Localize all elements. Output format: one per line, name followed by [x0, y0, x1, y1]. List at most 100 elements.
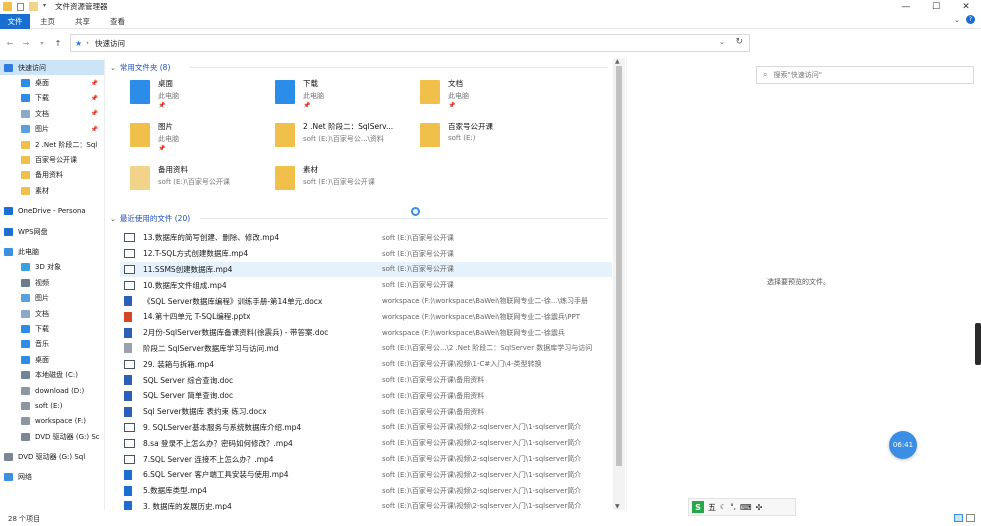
- sidebar-item[interactable]: 下载: [0, 321, 104, 336]
- folder-tile[interactable]: 百家号公开课 soft (E:): [416, 119, 556, 161]
- side-handle[interactable]: [975, 323, 981, 365]
- list-item[interactable]: 8.sa 登录不上怎么办？密码如何修改？.mp4 soft (E:)\百家号公开课…: [120, 435, 612, 451]
- explorer-folder-icon: [3, 2, 12, 11]
- list-item[interactable]: 2月份-SqlServer数据库备课资料(徐震兵) - 带答案.doc works…: [120, 325, 612, 341]
- documents-folder-icon: [420, 80, 440, 104]
- list-item[interactable]: 9. SQLServer基本服务与系统数据库介绍.mp4 soft (E:)\百家…: [120, 420, 612, 436]
- sidebar-item[interactable]: 文档 📌: [0, 106, 104, 121]
- pane-divider[interactable]: [104, 58, 105, 510]
- tab-view[interactable]: 查看: [100, 14, 135, 29]
- list-item[interactable]: 29. 装箱与拆箱.mp4 soft (E:)\百家号公开课\视频\1-C#入门\…: [120, 356, 612, 372]
- tab-share[interactable]: 共享: [65, 14, 100, 29]
- sidebar-item[interactable]: OneDrive - Persona: [0, 204, 104, 219]
- list-item[interactable]: 3. 数据库的发展历史.mp4 soft (E:)\百家号公开课\视频\2-sql…: [120, 499, 612, 510]
- sidebar-item[interactable]: 图片 📌: [0, 122, 104, 137]
- address-bar[interactable]: ★ › 快速访问 ⌄ ↻: [70, 34, 750, 52]
- sidebar-item[interactable]: 图片: [0, 290, 104, 305]
- customize-chevron-icon[interactable]: ▾: [43, 2, 49, 11]
- sidebar-item[interactable]: download (D:): [0, 383, 104, 398]
- list-item[interactable]: 12.T-SQL方式创建数据库.mp4 soft (E:)\百家号公开课: [120, 246, 612, 262]
- minimize-button[interactable]: —: [891, 0, 921, 13]
- list-item[interactable]: 5.数据库类型.mp4 soft (E:)\百家号公开课\视频\2-sqlserv…: [120, 483, 612, 499]
- folder-name: 百家号公开课: [448, 122, 493, 131]
- folder-tile[interactable]: 文档 此电脑 📌: [416, 76, 556, 118]
- folder-tile[interactable]: 桌面 此电脑 📌: [126, 76, 266, 118]
- list-item[interactable]: 6.SQL Server 客户端工具安装与使用.mp4 soft (E:)\百家号…: [120, 467, 612, 483]
- sidebar-item[interactable]: 文档: [0, 306, 104, 321]
- sidebar-item[interactable]: DVD 驱动器 (G:) Sql: [0, 449, 104, 464]
- sidebar-item[interactable]: 音乐: [0, 337, 104, 352]
- folder-icon: [275, 166, 295, 190]
- folder-name: 图片: [158, 122, 173, 131]
- list-item[interactable]: Sql Server数据库 表约束 练习.docx soft (E:)\百家号公开…: [120, 404, 612, 420]
- recent-locations-icon[interactable]: ▾: [36, 37, 48, 49]
- details-view-icon[interactable]: [954, 514, 963, 522]
- list-item[interactable]: 7.SQL Server 连接不上怎么办？.mp4 soft (E:)\百家号公开…: [120, 451, 612, 467]
- list-item[interactable]: SQL Server 综合查询.doc soft (E:)\百家号公开课\备用资料: [120, 372, 612, 388]
- sidebar-item[interactable]: 桌面: [0, 352, 104, 367]
- word-file-icon: [124, 406, 132, 417]
- tab-file[interactable]: 文件: [0, 13, 30, 29]
- download-icon: [21, 324, 30, 333]
- help-icon[interactable]: ?: [966, 15, 975, 24]
- scroll-down-icon[interactable]: ▼: [615, 503, 620, 510]
- file-location: soft (E:)\百家号公开课\备用资料: [382, 391, 485, 400]
- sidebar-item[interactable]: 备用资料: [0, 168, 104, 183]
- folder-tile[interactable]: 图片 此电脑 📌: [126, 119, 266, 161]
- list-item[interactable]: 13.数据库的简写创建、删除、修改.mp4 soft (E:)\百家号公开课: [120, 230, 612, 246]
- moon-icon[interactable]: ☾: [720, 503, 726, 511]
- folder-tile[interactable]: 素材 soft (E:)\百家号公开课: [271, 162, 411, 204]
- frequent-folders-header[interactable]: ⌄ 常用文件夹 (8): [110, 62, 170, 73]
- punctuation-icon[interactable]: °,: [730, 503, 736, 511]
- collapse-chevron-icon[interactable]: ⌄: [110, 215, 116, 223]
- sidebar-item[interactable]: 快速访问: [0, 60, 104, 76]
- list-item[interactable]: 10.数据库文件组成.mp4 soft (E:)\百家号公开课: [120, 277, 612, 293]
- breadcrumb[interactable]: 快速访问: [95, 38, 125, 49]
- expand-ribbon-icon[interactable]: ⌄: [954, 16, 960, 24]
- address-dropdown-icon[interactable]: ⌄: [719, 38, 725, 46]
- new-folder-icon[interactable]: [29, 2, 38, 11]
- sidebar-item[interactable]: 网络: [0, 470, 104, 485]
- recent-files-header[interactable]: ⌄ 最近使用的文件 (20): [110, 213, 190, 224]
- list-item[interactable]: SQL Server 简单查询.doc soft (E:)\百家号公开课\备用资料: [120, 388, 612, 404]
- floating-clock-button[interactable]: 06:41: [889, 431, 917, 459]
- sidebar-item[interactable]: WPS网盘: [0, 224, 104, 239]
- back-arrow-icon[interactable]: ←: [4, 37, 16, 49]
- file-location: soft (E:)\百家号公开课\视频\2-sqlserver入门\1-sqls…: [382, 455, 582, 464]
- list-item[interactable]: 阶段二 SqlServer数据库学习与访问.md soft (E:)\百家号公..…: [120, 341, 612, 357]
- properties-icon[interactable]: [17, 2, 24, 11]
- collapse-chevron-icon[interactable]: ⌄: [110, 64, 116, 72]
- close-button[interactable]: ✕: [951, 0, 981, 13]
- folder-name: 备用资料: [158, 165, 188, 174]
- sidebar-item[interactable]: workspace (F:): [0, 414, 104, 429]
- tab-home[interactable]: 主页: [30, 14, 65, 29]
- sidebar-item[interactable]: soft (E:): [0, 398, 104, 413]
- forward-arrow-icon[interactable]: →: [20, 37, 32, 49]
- pin-icon: 📌: [90, 79, 98, 87]
- sidebar-item-label: 3D 对象: [35, 263, 62, 272]
- folder-tile[interactable]: 2 .Net 阶段二：SqlServ... soft (E:)\百家号公...\资…: [271, 119, 411, 161]
- folder-tile[interactable]: 备用资料 soft (E:)\百家号公开课: [126, 162, 266, 204]
- large-icons-view-icon[interactable]: [966, 514, 975, 522]
- maximize-button[interactable]: ☐: [921, 0, 951, 13]
- sidebar-item[interactable]: 此电脑: [0, 244, 104, 259]
- scroll-up-icon[interactable]: ▲: [615, 58, 620, 65]
- sidebar-item[interactable]: 2 .Net 阶段二：Sql: [0, 137, 104, 152]
- vertical-scrollbar[interactable]: ▲ ▼: [613, 58, 625, 510]
- list-item[interactable]: 《SQL Server数据库编程》训练手册-第14单元.docx workspac…: [120, 293, 612, 309]
- sidebar-item[interactable]: DVD 驱动器 (G:) Sc: [0, 429, 104, 444]
- sidebar-item[interactable]: 素材: [0, 183, 104, 198]
- sidebar-item[interactable]: 3D 对象: [0, 260, 104, 275]
- sidebar-item[interactable]: 下载 📌: [0, 91, 104, 106]
- sidebar-item[interactable]: 桌面 📌: [0, 75, 104, 90]
- breadcrumb-chevron-icon[interactable]: ›: [86, 39, 89, 47]
- list-item[interactable]: 14.第十四单元 T-SQL编程.pptx workspace (F:)\work…: [120, 309, 612, 325]
- folder-tile[interactable]: 下载 此电脑 📌: [271, 76, 411, 118]
- refresh-icon[interactable]: ↻: [735, 37, 743, 47]
- sidebar-item[interactable]: 百家号公开课: [0, 152, 104, 167]
- sidebar-item[interactable]: 视频: [0, 275, 104, 290]
- scrollbar-thumb[interactable]: [616, 66, 622, 466]
- sidebar-item[interactable]: 本地磁盘 (C:): [0, 367, 104, 382]
- up-arrow-icon[interactable]: ↑: [52, 37, 64, 49]
- list-item[interactable]: 11.SSMS创建数据库.mp4 soft (E:)\百家号公开课: [120, 261, 612, 278]
